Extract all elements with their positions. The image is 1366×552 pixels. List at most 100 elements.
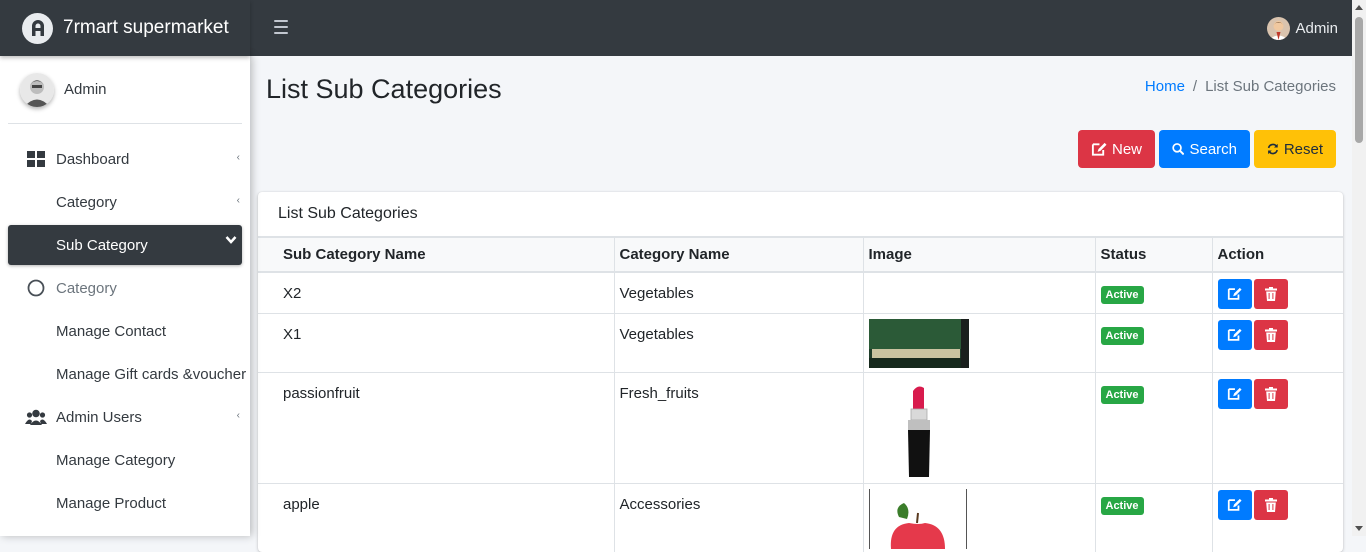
breadcrumb-current: List Sub Categories: [1205, 78, 1336, 95]
sidebar-user-name: Admin: [64, 81, 107, 98]
sidebar-item-label: Admin Users: [56, 409, 142, 426]
search-icon: [1172, 141, 1184, 157]
lipstick-image: [869, 378, 1095, 482]
sidebar-item-category[interactable]: Category ‹: [8, 182, 242, 222]
top-user-avatar: [1267, 17, 1290, 40]
status-badge: Active: [1101, 327, 1144, 345]
scroll-down-icon[interactable]: [1355, 526, 1363, 531]
trash-icon: [1265, 328, 1277, 342]
sidebar-item-manage-product[interactable]: Manage Product: [8, 483, 242, 523]
sidebar-item-label: Manage Category: [56, 452, 175, 469]
top-user-menu[interactable]: Admin: [1267, 17, 1338, 40]
edit-button[interactable]: [1218, 490, 1252, 520]
search-button-label: Search: [1189, 141, 1237, 158]
delete-button[interactable]: [1254, 279, 1288, 309]
status-badge: Active: [1101, 386, 1144, 404]
column-header[interactable]: Category Name: [614, 238, 863, 272]
sub-category-name: X1: [258, 314, 614, 373]
sidebar-item-label: Manage Product: [56, 495, 166, 512]
sidebar-item-label: Category: [56, 280, 117, 297]
image-cell: [863, 484, 1095, 552]
chevron-down-icon: [225, 235, 237, 248]
users-icon: [25, 406, 47, 428]
delete-button[interactable]: [1254, 320, 1288, 350]
category-name: Vegetables: [614, 272, 863, 314]
status-badge: Active: [1101, 497, 1144, 515]
column-header[interactable]: Image: [863, 238, 1095, 272]
table-row: X1 Vegetables Active: [258, 314, 1343, 373]
column-header[interactable]: Status: [1095, 238, 1212, 272]
page-scrollbar[interactable]: [1352, 0, 1366, 536]
table-row: X2 Vegetables Active: [258, 272, 1343, 314]
sidebar-nav: Dashboard ‹ Category ‹ Sub Category Cate…: [0, 139, 250, 523]
brand-name: 7rmart supermarket: [63, 17, 229, 39]
sidebar-item-category-2[interactable]: Category: [8, 268, 242, 308]
table-header-row: Sub Category Name Category Name Image St…: [258, 238, 1343, 272]
reset-button-label: Reset: [1284, 141, 1323, 158]
chevron-left-icon: ‹: [237, 195, 240, 206]
trash-icon: [1265, 387, 1277, 401]
table-row: passionfruit Fresh_fruits Active: [258, 373, 1343, 484]
chevron-left-icon: ‹: [237, 410, 240, 421]
sidebar-item-label: Sub Category: [56, 237, 148, 254]
menu-toggle-icon[interactable]: [274, 20, 288, 34]
table-row: apple Accessories Active: [258, 484, 1343, 552]
trash-icon: [1265, 498, 1277, 512]
circle-icon: [25, 277, 47, 299]
grid-icon: [25, 148, 47, 170]
user-avatar: [20, 73, 54, 107]
sub-category-name: X2: [258, 272, 614, 314]
edit-icon: [1091, 142, 1107, 157]
edit-button[interactable]: [1218, 320, 1252, 350]
sidebar-item-manage-gift-cards[interactable]: Manage Gift cards &voucher: [8, 354, 242, 394]
edit-icon: [1227, 287, 1242, 301]
brand-link[interactable]: 7rmart supermarket: [0, 0, 250, 56]
edit-icon: [1227, 387, 1242, 401]
green-banner-image: [869, 319, 1095, 372]
refresh-icon: [1267, 141, 1279, 157]
reset-button[interactable]: Reset: [1254, 130, 1336, 168]
new-button[interactable]: New: [1078, 130, 1155, 168]
column-header[interactable]: Sub Category Name: [258, 238, 614, 272]
sidebar: Admin Dashboard ‹ Category ‹ Sub Categor…: [0, 56, 250, 536]
breadcrumb: Home/List Sub Categories: [1145, 78, 1336, 95]
search-button[interactable]: Search: [1159, 130, 1250, 168]
brand-logo-icon: [22, 13, 53, 44]
delete-button[interactable]: [1254, 379, 1288, 409]
image-cell: [863, 272, 1095, 314]
column-header[interactable]: Action: [1212, 238, 1343, 272]
sidebar-item-admin-users[interactable]: Admin Users ‹: [8, 397, 242, 437]
top-user-name: Admin: [1295, 20, 1338, 37]
edit-button[interactable]: [1218, 279, 1252, 309]
sidebar-item-label: Manage Contact: [56, 323, 166, 340]
scrollbar-thumb[interactable]: [1355, 17, 1363, 143]
scroll-up-icon[interactable]: [1355, 5, 1363, 10]
sidebar-item-label: Manage Gift cards &voucher: [56, 366, 246, 383]
image-cell: [863, 314, 1095, 373]
category-name: Vegetables: [614, 314, 863, 373]
toolbar: New Search Reset: [1078, 130, 1336, 168]
edit-icon: [1227, 498, 1242, 512]
sidebar-item-manage-contact[interactable]: Manage Contact: [8, 311, 242, 351]
sidebar-item-manage-category[interactable]: Manage Category: [8, 440, 242, 480]
breadcrumb-home-link[interactable]: Home: [1145, 78, 1185, 95]
new-button-label: New: [1112, 141, 1142, 158]
page-title: List Sub Categories: [266, 74, 502, 105]
top-navbar: Admin: [250, 0, 1352, 56]
delete-button[interactable]: [1254, 490, 1288, 520]
category-name: Fresh_fruits: [614, 373, 863, 484]
sidebar-item-sub-category[interactable]: Sub Category: [8, 225, 242, 265]
sidebar-item-label: Dashboard: [56, 151, 129, 168]
sidebar-item-dashboard[interactable]: Dashboard ‹: [8, 139, 242, 179]
card-title: List Sub Categories: [258, 192, 1343, 237]
sub-category-name: passionfruit: [258, 373, 614, 484]
user-panel[interactable]: Admin: [8, 56, 242, 124]
sidebar-item-label: Category: [56, 194, 117, 211]
chevron-left-icon: ‹: [237, 152, 240, 163]
apple-image: [869, 489, 1095, 552]
sub-category-name: apple: [258, 484, 614, 552]
category-name: Accessories: [614, 484, 863, 552]
edit-button[interactable]: [1218, 379, 1252, 409]
sub-category-card: List Sub Categories Sub Category Name Ca…: [258, 192, 1343, 552]
sub-category-table: Sub Category Name Category Name Image St…: [258, 237, 1343, 552]
